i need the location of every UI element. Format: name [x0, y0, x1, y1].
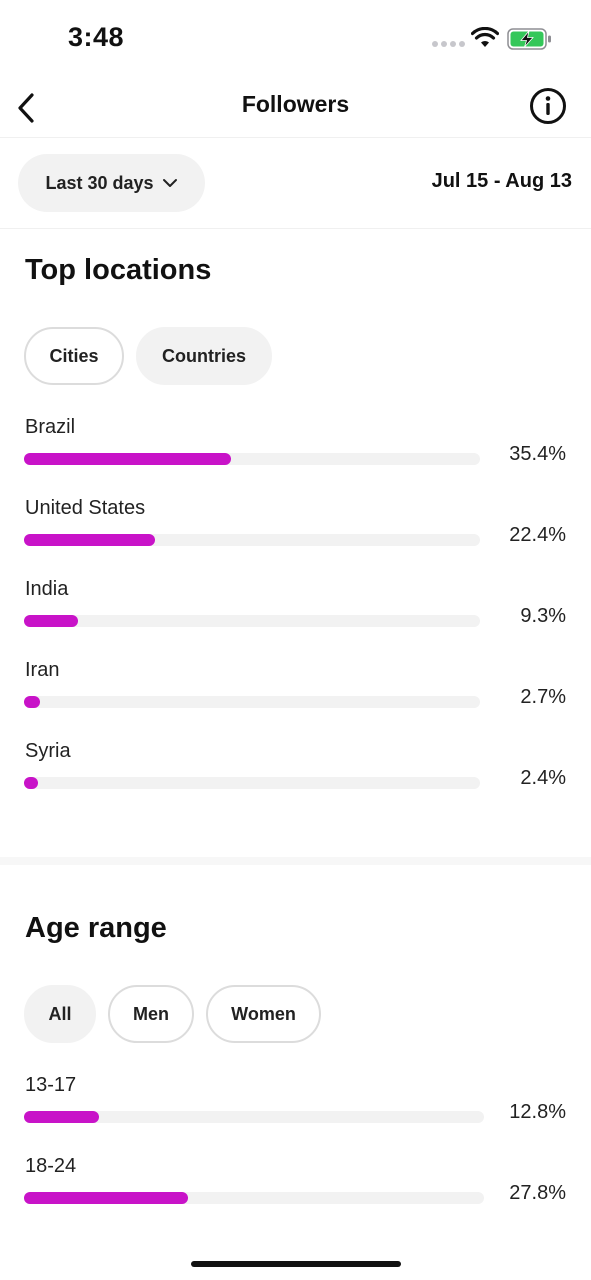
age-percent: 12.8% [509, 1101, 566, 1123]
tab-countries-label: Countries [161, 345, 246, 366]
location-percent: 2.7% [520, 686, 566, 708]
age-row: 13-17 12.8% [0, 1074, 591, 1155]
battery-charging-icon [507, 28, 551, 50]
age-bar-track [24, 1111, 484, 1123]
date-span: Jul 15 - Aug 13 [431, 170, 572, 192]
location-bar-fill [24, 453, 231, 465]
location-bar-fill [24, 696, 40, 708]
location-percent: 35.4% [509, 443, 566, 465]
tab-women-label: Women [231, 1003, 296, 1024]
followers-screen: 3:48 Followers Last 30 days Jul 15 - Aug… [0, 0, 591, 1280]
location-name: Syria [25, 740, 71, 762]
age-row: 18-24 27.8% [0, 1155, 591, 1236]
date-range-label: Last 30 days [45, 172, 154, 193]
location-bar-fill [24, 777, 38, 789]
location-bar-track [24, 534, 480, 546]
location-name: Brazil [25, 416, 76, 438]
info-icon[interactable] [528, 86, 568, 126]
date-filter-row: Last 30 days Jul 15 - Aug 13 [0, 139, 591, 229]
tab-men[interactable]: Men [108, 985, 194, 1043]
location-bar-track [24, 777, 480, 789]
location-row: Syria 2.4% [0, 740, 591, 821]
tab-men-label: Men [133, 1003, 169, 1024]
top-locations-title: Top locations [25, 254, 212, 286]
location-row: United States 22.4% [0, 497, 591, 578]
location-percent: 22.4% [509, 524, 566, 546]
nav-header: Followers [0, 78, 591, 138]
location-name: India [25, 578, 69, 600]
location-bar-track [24, 615, 480, 627]
wifi-icon [471, 27, 499, 47]
tab-countries[interactable]: Countries [136, 327, 272, 385]
location-bar-fill [24, 534, 155, 546]
tab-cities[interactable]: Cities [24, 327, 124, 385]
age-bar-fill [24, 1192, 188, 1204]
location-bar-fill [24, 615, 78, 627]
tab-women[interactable]: Women [206, 985, 321, 1043]
location-percent: 2.4% [520, 767, 566, 789]
tab-all[interactable]: All [24, 985, 96, 1043]
chevron-down-icon [162, 179, 177, 187]
date-range-dropdown[interactable]: Last 30 days [18, 154, 205, 212]
page-title: Followers [241, 91, 350, 117]
location-row: Iran 2.7% [0, 659, 591, 740]
location-percent: 9.3% [520, 605, 566, 627]
home-indicator [191, 1261, 401, 1267]
location-bar-track [24, 453, 480, 465]
location-bar-track [24, 696, 480, 708]
age-range-title: Age range [25, 912, 167, 944]
location-row: India 9.3% [0, 578, 591, 659]
location-row: Brazil 35.4% [0, 416, 591, 497]
location-name: Iran [25, 659, 60, 681]
age-range-label: 13-17 [25, 1074, 77, 1096]
tab-cities-label: Cities [49, 345, 99, 366]
section-divider [0, 857, 591, 865]
age-percent: 27.8% [509, 1182, 566, 1204]
cellular-signal-icon [432, 41, 465, 47]
status-bar: 3:48 [0, 0, 591, 78]
tab-all-label: All [48, 1003, 72, 1024]
location-name: United States [25, 497, 146, 519]
age-bar-track [24, 1192, 484, 1204]
age-range-label: 18-24 [25, 1155, 77, 1177]
status-time: 3:48 [68, 22, 125, 52]
age-bar-fill [24, 1111, 99, 1123]
